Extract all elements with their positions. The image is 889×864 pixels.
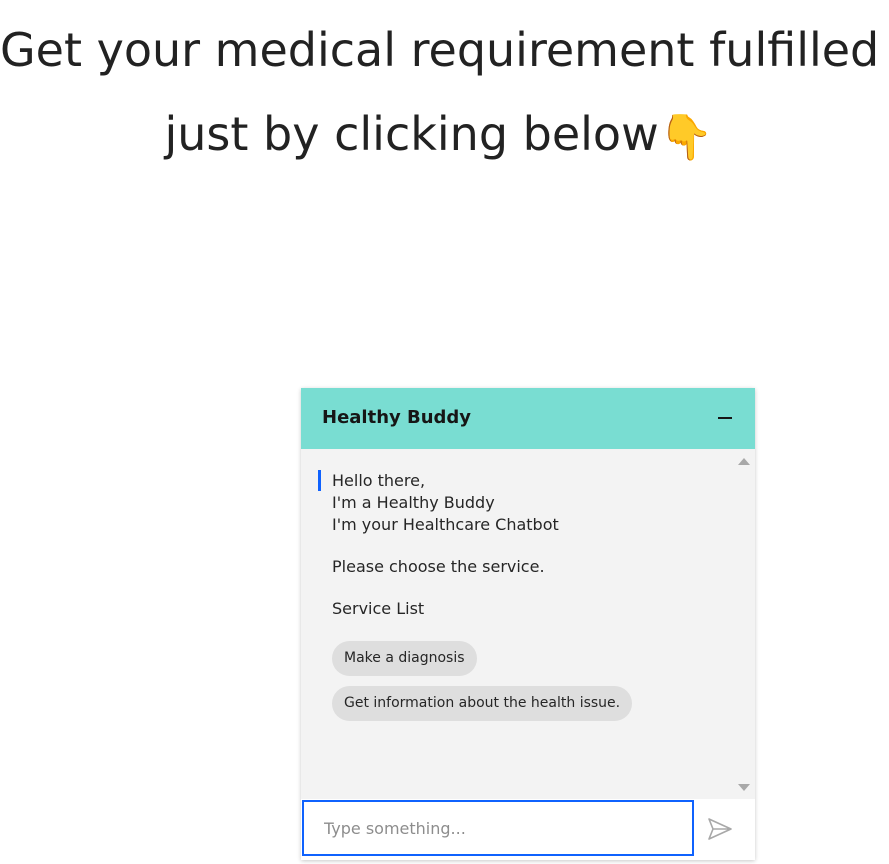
message-indicator-bar: [318, 470, 321, 491]
option-health-info-button[interactable]: Get information about the health issue.: [332, 686, 633, 721]
choose-service-message: Please choose the service.: [332, 557, 545, 576]
scroll-down-arrow-icon[interactable]: [738, 784, 750, 791]
minimize-icon[interactable]: [713, 406, 737, 430]
pointing-down-icon: 👇: [658, 112, 714, 163]
headline-line-2: just by clicking below👇: [0, 92, 878, 180]
greeting-line: Hello there,: [332, 471, 426, 490]
chat-header: Healthy Buddy: [301, 388, 755, 449]
greeting-line: I'm a Healthy Buddy: [332, 493, 495, 512]
chat-window: Healthy Buddy Hello there, I'm a Healthy…: [301, 388, 755, 860]
message-input[interactable]: [302, 800, 694, 856]
chat-title: Healthy Buddy: [322, 407, 472, 428]
headline-line-2-text: just by clicking below: [164, 107, 659, 161]
chat-input-row: [301, 799, 755, 860]
greeting-message: Hello there, I'm a Healthy Buddy I'm you…: [332, 470, 559, 536]
page-headline: Get your medical requirement fulfilled j…: [0, 8, 880, 180]
option-make-diagnosis-button[interactable]: Make a diagnosis: [332, 641, 477, 676]
service-list-label: Service List: [332, 599, 425, 618]
greeting-line: I'm your Healthcare Chatbot: [332, 515, 559, 534]
scroll-up-arrow-icon[interactable]: [738, 458, 750, 465]
message-list: Hello there, I'm a Healthy Buddy I'm you…: [301, 449, 731, 799]
send-icon[interactable]: [706, 815, 734, 843]
message-scrollbar[interactable]: [731, 449, 755, 799]
send-arrow-graphic: [708, 818, 732, 840]
headline-line-1: Get your medical requirement fulfilled: [0, 23, 880, 77]
